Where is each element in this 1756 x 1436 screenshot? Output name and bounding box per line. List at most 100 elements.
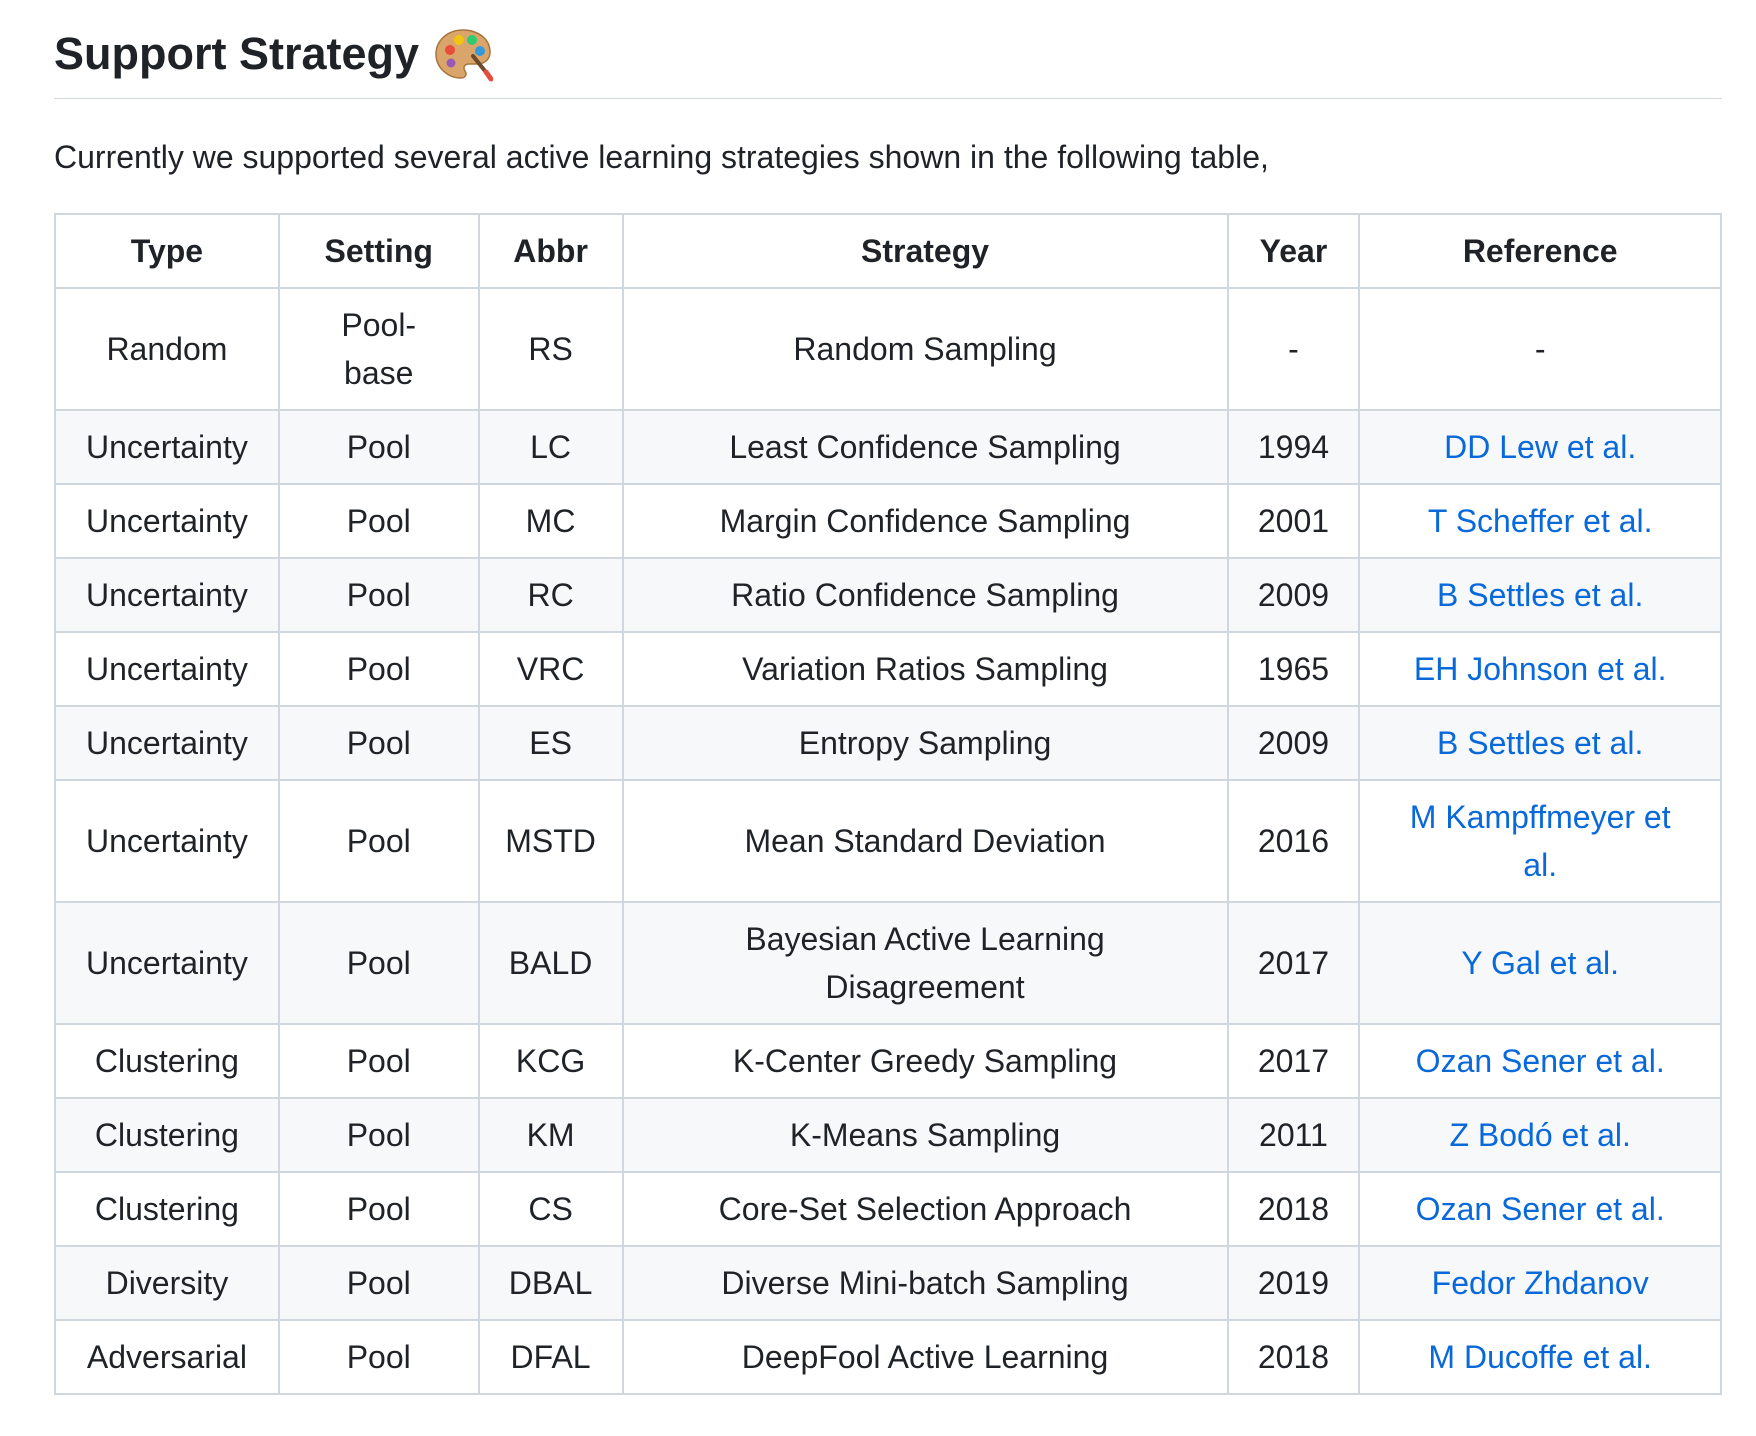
cell-type: Uncertainty	[54, 557, 280, 633]
reference-link[interactable]: Y Gal et al.	[1461, 945, 1619, 981]
cell-strategy: Ratio Confidence Sampling	[621, 557, 1229, 633]
cell-type: Uncertainty	[54, 705, 280, 781]
cell-year: 2018	[1226, 1171, 1361, 1247]
reference-link[interactable]: Ozan Sener et al.	[1416, 1191, 1665, 1227]
cell-reference: M Ducoffe et al.	[1358, 1319, 1722, 1395]
section-heading: Support Strategy	[54, 24, 1722, 99]
table-row: Uncertainty Pool MSTD Mean Standard Devi…	[54, 779, 1722, 903]
cell-reference: B Settles et al.	[1358, 705, 1722, 781]
header-abbr: Abbr	[477, 213, 624, 289]
table-row: Uncertainty Pool BALD Bayesian Active Le…	[54, 901, 1722, 1025]
reference-link[interactable]: M Ducoffe et al.	[1428, 1339, 1652, 1375]
cell-strategy: Core-Set Selection Approach	[621, 1171, 1229, 1247]
header-strategy: Strategy	[621, 213, 1229, 289]
reference-link[interactable]: B Settles et al.	[1437, 577, 1643, 613]
cell-abbr: MC	[477, 483, 624, 559]
cell-setting: Pool	[277, 1245, 480, 1321]
cell-abbr: RC	[477, 557, 624, 633]
cell-reference: T Scheffer et al.	[1358, 483, 1722, 559]
cell-reference: DD Lew et al.	[1358, 409, 1722, 485]
cell-setting: Pool	[277, 901, 480, 1025]
cell-year: 1994	[1226, 409, 1361, 485]
cell-reference: B Settles et al.	[1358, 557, 1722, 633]
table-row: Adversarial Pool DFAL DeepFool Active Le…	[54, 1319, 1722, 1395]
header-type: Type	[54, 213, 280, 289]
cell-strategy: Diverse Mini-batch Sampling	[621, 1245, 1229, 1321]
cell-abbr: BALD	[477, 901, 624, 1025]
cell-setting: Pool	[277, 1023, 480, 1099]
cell-strategy: Least Confidence Sampling	[621, 409, 1229, 485]
cell-type: Uncertainty	[54, 483, 280, 559]
cell-type: Diversity	[54, 1245, 280, 1321]
cell-year: 2001	[1226, 483, 1361, 559]
cell-reference: -	[1358, 287, 1722, 411]
cell-abbr: RS	[477, 287, 624, 411]
header-reference: Reference	[1358, 213, 1722, 289]
reference-link[interactable]: Fedor Zhdanov	[1432, 1265, 1649, 1301]
cell-year: 2009	[1226, 705, 1361, 781]
reference-link[interactable]: M Kampffmeyer et al.	[1410, 799, 1671, 883]
cell-reference: Ozan Sener et al.	[1358, 1023, 1722, 1099]
cell-year: 2016	[1226, 779, 1361, 903]
cell-type: Uncertainty	[54, 631, 280, 707]
reference-link[interactable]: B Settles et al.	[1437, 725, 1643, 761]
cell-reference: Y Gal et al.	[1358, 901, 1722, 1025]
reference-link[interactable]: Z Bodó et al.	[1449, 1117, 1630, 1153]
cell-year: 1965	[1226, 631, 1361, 707]
table-row: Diversity Pool DBAL Diverse Mini-batch S…	[54, 1245, 1722, 1321]
cell-type: Clustering	[54, 1097, 280, 1173]
reference-link[interactable]: DD Lew et al.	[1444, 429, 1636, 465]
cell-strategy: Variation Ratios Sampling	[621, 631, 1229, 707]
reference-link[interactable]: T Scheffer et al.	[1428, 503, 1653, 539]
cell-abbr: LC	[477, 409, 624, 485]
cell-abbr: MSTD	[477, 779, 624, 903]
cell-type: Uncertainty	[54, 779, 280, 903]
table-row: Clustering Pool KCG K-Center Greedy Samp…	[54, 1023, 1722, 1099]
header-year: Year	[1226, 213, 1361, 289]
cell-reference: Z Bodó et al.	[1358, 1097, 1722, 1173]
cell-type: Random	[54, 287, 280, 411]
cell-strategy: DeepFool Active Learning	[621, 1319, 1229, 1395]
cell-setting: Pool	[277, 409, 480, 485]
cell-reference: M Kampffmeyer et al.	[1358, 779, 1722, 903]
reference-link[interactable]: EH Johnson et al.	[1414, 651, 1667, 687]
cell-abbr: ES	[477, 705, 624, 781]
cell-type: Clustering	[54, 1023, 280, 1099]
cell-setting: Pool	[277, 1097, 480, 1173]
cell-setting: Pool	[277, 1171, 480, 1247]
cell-setting: Pool	[277, 631, 480, 707]
header-setting: Setting	[277, 213, 480, 289]
reference-link[interactable]: Ozan Sener et al.	[1416, 1043, 1665, 1079]
cell-strategy: Entropy Sampling	[621, 705, 1229, 781]
cell-setting: Pool	[277, 779, 480, 903]
section-title: Support Strategy	[54, 28, 420, 79]
cell-type: Adversarial	[54, 1319, 280, 1395]
table-row: Uncertainty Pool ES Entropy Sampling 200…	[54, 705, 1722, 781]
cell-abbr: CS	[477, 1171, 624, 1247]
table-row: Clustering Pool CS Core-Set Selection Ap…	[54, 1171, 1722, 1247]
table-row: Uncertainty Pool RC Ratio Confidence Sam…	[54, 557, 1722, 633]
strategy-table: Type Setting Abbr Strategy Year Referenc…	[54, 213, 1722, 1395]
cell-setting: Pool	[277, 1319, 480, 1395]
cell-strategy: K-Center Greedy Sampling	[621, 1023, 1229, 1099]
cell-strategy: K-Means Sampling	[621, 1097, 1229, 1173]
cell-abbr: DFAL	[477, 1319, 624, 1395]
cell-setting: Pool	[277, 483, 480, 559]
cell-setting: Pool	[277, 557, 480, 633]
cell-strategy: Mean Standard Deviation	[621, 779, 1229, 903]
table-row: Uncertainty Pool VRC Variation Ratios Sa…	[54, 631, 1722, 707]
cell-reference: Ozan Sener et al.	[1358, 1171, 1722, 1247]
table-row: Random Pool-base RS Random Sampling - -	[54, 287, 1722, 411]
cell-abbr: DBAL	[477, 1245, 624, 1321]
cell-strategy: Margin Confidence Sampling	[621, 483, 1229, 559]
cell-setting: Pool-base	[277, 287, 480, 411]
table-row: Uncertainty Pool MC Margin Confidence Sa…	[54, 483, 1722, 559]
cell-strategy: Bayesian Active Learning Disagreement	[621, 901, 1229, 1025]
table-row: Clustering Pool KM K-Means Sampling 2011…	[54, 1097, 1722, 1173]
cell-year: 2017	[1226, 901, 1361, 1025]
cell-year: 2019	[1226, 1245, 1361, 1321]
cell-year: 2009	[1226, 557, 1361, 633]
cell-reference: EH Johnson et al.	[1358, 631, 1722, 707]
cell-strategy: Random Sampling	[621, 287, 1229, 411]
cell-type: Uncertainty	[54, 901, 280, 1025]
